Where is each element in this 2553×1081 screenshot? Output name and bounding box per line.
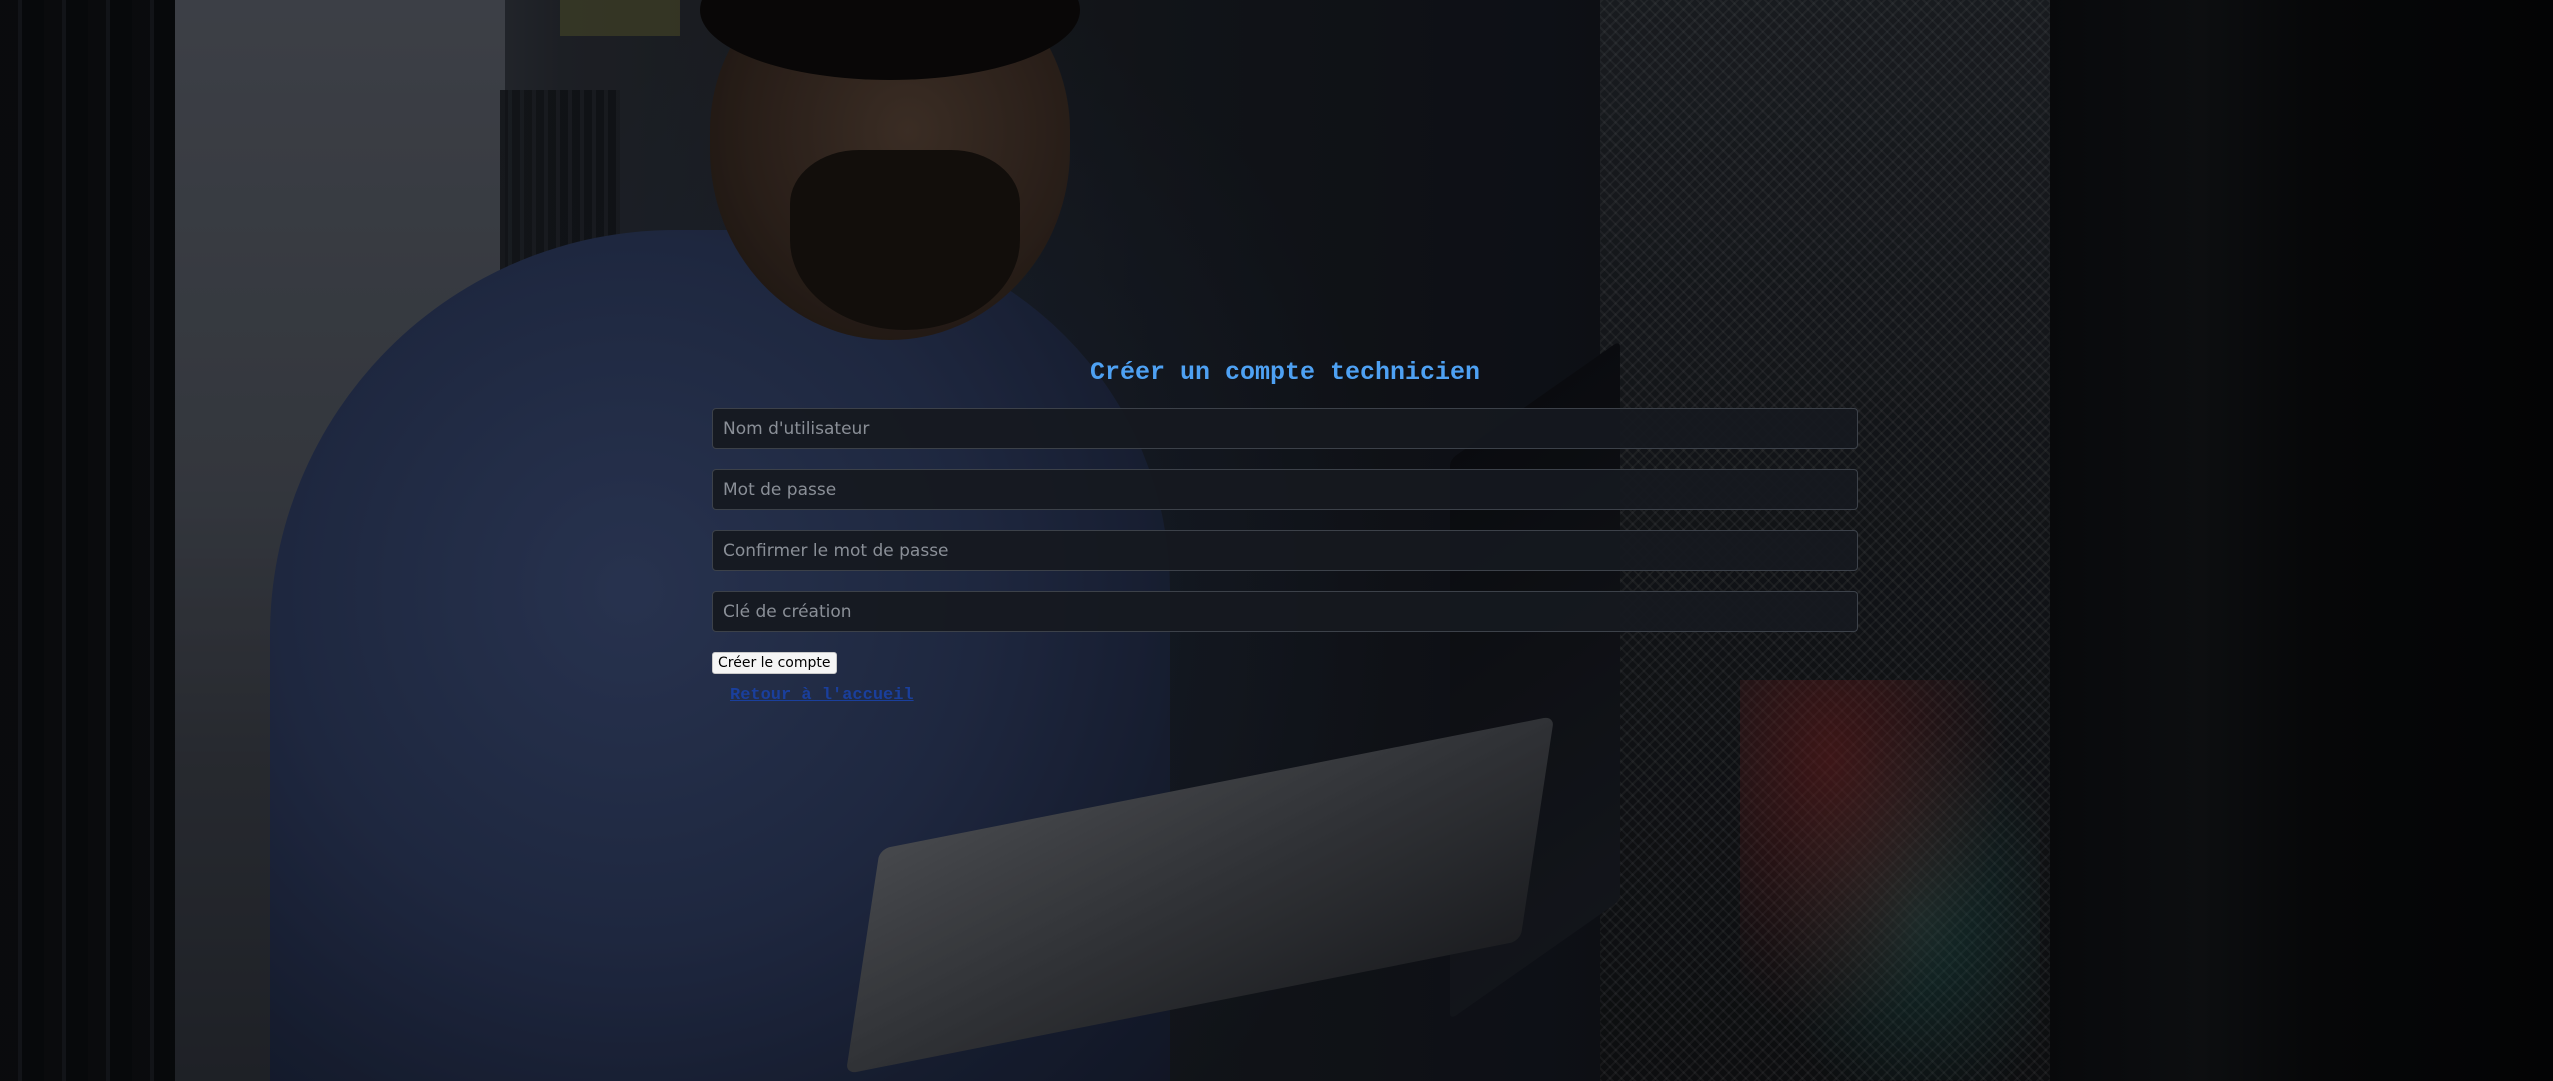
create-technician-form: Créer un compte technicien Créer le comp…	[712, 355, 1858, 705]
confirm-password-input[interactable]	[712, 530, 1858, 571]
form-title: Créer un compte technicien	[1089, 358, 1481, 387]
page-background: Créer un compte technicien Créer le comp…	[0, 0, 2553, 1081]
username-input[interactable]	[712, 408, 1858, 449]
back-to-home-link[interactable]: Retour à l'accueil	[730, 686, 1858, 705]
create-account-button[interactable]: Créer le compte	[712, 652, 837, 674]
creation-key-input[interactable]	[712, 591, 1858, 632]
password-input[interactable]	[712, 469, 1858, 510]
